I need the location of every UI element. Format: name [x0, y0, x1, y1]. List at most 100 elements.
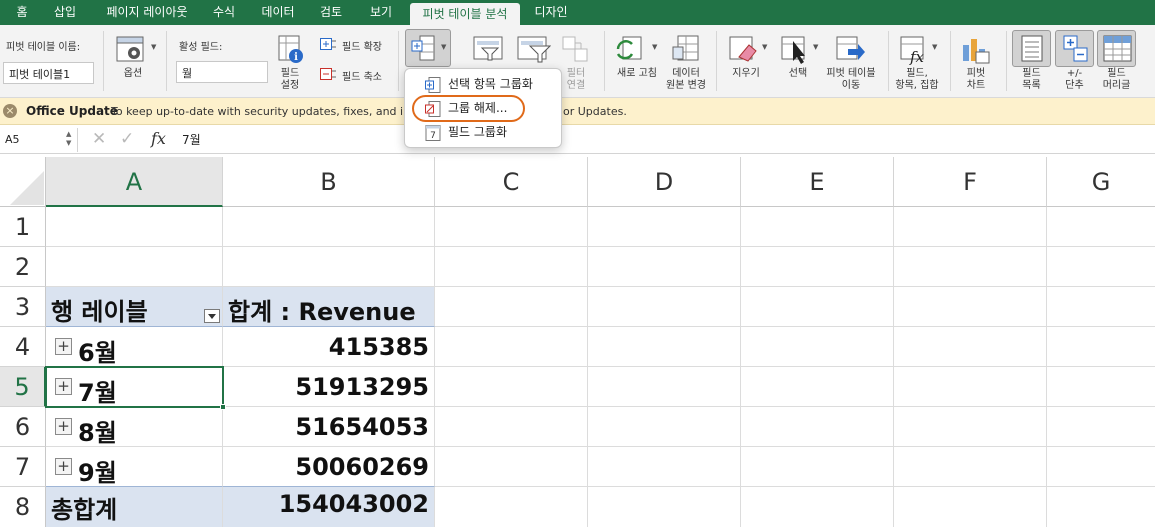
- cell-D5[interactable]: [588, 367, 741, 407]
- row-header-4[interactable]: 4: [0, 327, 46, 367]
- cell-E1[interactable]: [741, 207, 894, 247]
- pivot-row-label-cell[interactable]: + 7월: [46, 367, 223, 407]
- cell-C1[interactable]: [435, 207, 588, 247]
- column-header-E[interactable]: E: [741, 157, 894, 207]
- cell-C6[interactable]: [435, 407, 588, 447]
- cell-D2[interactable]: [588, 247, 741, 287]
- tab-pivot-analyze[interactable]: 피벗 테이블 분석: [410, 3, 520, 25]
- column-header-A[interactable]: A: [46, 157, 223, 207]
- cell-G2[interactable]: [1047, 247, 1155, 287]
- row-header-3[interactable]: 3: [0, 287, 46, 327]
- pivot-row-label-cell[interactable]: + 6월: [46, 327, 223, 367]
- row-header-5[interactable]: 5: [0, 367, 46, 407]
- cell-C3[interactable]: [435, 287, 588, 327]
- cancel-icon[interactable]: ✕: [92, 129, 106, 149]
- cell-D4[interactable]: [588, 327, 741, 367]
- cell-F6[interactable]: [894, 407, 1047, 447]
- cell-C5[interactable]: [435, 367, 588, 407]
- grand-total-value-cell[interactable]: 154043002: [223, 487, 435, 527]
- field-list-button[interactable]: [1012, 30, 1051, 67]
- cell-F1[interactable]: [894, 207, 1047, 247]
- pivot-value-cell[interactable]: 415385: [223, 327, 435, 367]
- cell-C2[interactable]: [435, 247, 588, 287]
- row-header-6[interactable]: 6: [0, 407, 46, 447]
- tab-insert[interactable]: 삽입: [44, 0, 86, 25]
- cell-G5[interactable]: [1047, 367, 1155, 407]
- cell-D7[interactable]: [588, 447, 741, 487]
- active-field-input[interactable]: 월: [176, 61, 268, 83]
- column-header-F[interactable]: F: [894, 157, 1047, 207]
- row-header-1[interactable]: 1: [0, 207, 46, 247]
- column-header-C[interactable]: C: [435, 157, 588, 207]
- cell-C8[interactable]: [435, 487, 588, 527]
- cell-F7[interactable]: [894, 447, 1047, 487]
- pivot-value-cell[interactable]: 50060269: [223, 447, 435, 487]
- cell-B1[interactable]: [223, 207, 435, 247]
- cell-B2[interactable]: [223, 247, 435, 287]
- cell-D3[interactable]: [588, 287, 741, 327]
- cell-E2[interactable]: [741, 247, 894, 287]
- close-icon[interactable]: ×: [3, 104, 17, 118]
- cell-A1[interactable]: [46, 207, 223, 247]
- cell-C7[interactable]: [435, 447, 588, 487]
- cell-C4[interactable]: [435, 327, 588, 367]
- cell-D6[interactable]: [588, 407, 741, 447]
- cell-E7[interactable]: [741, 447, 894, 487]
- pivot-value-header-cell[interactable]: 합계 : Revenue: [223, 287, 435, 327]
- expand-icon[interactable]: +: [55, 338, 72, 355]
- insert-slicer-icon[interactable]: [473, 34, 505, 64]
- cell-F8[interactable]: [894, 487, 1047, 527]
- cell-E5[interactable]: [741, 367, 894, 407]
- tab-home[interactable]: 홈: [5, 0, 39, 25]
- cell-F5[interactable]: [894, 367, 1047, 407]
- row-header-7[interactable]: 7: [0, 447, 46, 487]
- function-fx-icon[interactable]: fx: [151, 129, 166, 148]
- group-button[interactable]: ▼: [405, 29, 451, 67]
- filter-dropdown-button[interactable]: [204, 309, 220, 323]
- row-header-8[interactable]: 8: [0, 487, 46, 527]
- cell-G3[interactable]: [1047, 287, 1155, 327]
- cell-G1[interactable]: [1047, 207, 1155, 247]
- tab-review[interactable]: 검토: [312, 0, 350, 25]
- cell-E6[interactable]: [741, 407, 894, 447]
- expand-icon[interactable]: +: [55, 458, 72, 475]
- cell-G4[interactable]: [1047, 327, 1155, 367]
- tab-formulas[interactable]: 수식: [204, 0, 244, 25]
- select-all-corner[interactable]: [0, 157, 46, 207]
- pivot-row-label-cell[interactable]: + 9월: [46, 447, 223, 487]
- cell-A2[interactable]: [46, 247, 223, 287]
- tab-view[interactable]: 보기: [362, 0, 400, 25]
- cell-F2[interactable]: [894, 247, 1047, 287]
- cell-D1[interactable]: [588, 207, 741, 247]
- column-header-B[interactable]: B: [223, 157, 435, 207]
- name-box[interactable]: A5 ▲ ▼: [0, 128, 78, 152]
- row-header-2[interactable]: 2: [0, 247, 46, 287]
- menu-item-group-field[interactable]: 7 필드 그룹화: [405, 121, 561, 143]
- column-header-D[interactable]: D: [588, 157, 741, 207]
- field-headers-toggle[interactable]: [1097, 30, 1136, 67]
- pivot-value-cell[interactable]: 51654053: [223, 407, 435, 447]
- cell-G8[interactable]: [1047, 487, 1155, 527]
- cell-G7[interactable]: [1047, 447, 1155, 487]
- pivot-row-label-header-cell[interactable]: 행 레이블: [46, 287, 223, 327]
- pivot-row-label-cell[interactable]: + 8월: [46, 407, 223, 447]
- cell-E4[interactable]: [741, 327, 894, 367]
- insert-timeline-icon[interactable]: [517, 34, 551, 64]
- formula-input[interactable]: 7월: [182, 131, 201, 148]
- cell-E8[interactable]: [741, 487, 894, 527]
- pivot-value-cell[interactable]: 51913295: [223, 367, 435, 407]
- tab-data[interactable]: 데이터: [254, 0, 302, 25]
- cell-G6[interactable]: [1047, 407, 1155, 447]
- expand-icon[interactable]: +: [55, 418, 72, 435]
- confirm-icon[interactable]: ✓: [120, 129, 134, 149]
- tab-page-layout[interactable]: 페이지 레이아웃: [96, 0, 198, 25]
- tab-design[interactable]: 디자인: [528, 0, 574, 25]
- cell-D8[interactable]: [588, 487, 741, 527]
- name-box-stepper-icon[interactable]: ▲ ▼: [66, 130, 71, 148]
- cell-E3[interactable]: [741, 287, 894, 327]
- column-header-G[interactable]: G: [1047, 157, 1155, 207]
- cell-F4[interactable]: [894, 327, 1047, 367]
- plus-minus-buttons-toggle[interactable]: [1055, 30, 1094, 67]
- pivot-name-input[interactable]: 피벗 테이블1: [3, 62, 94, 84]
- grand-total-label-cell[interactable]: 총합계: [46, 487, 223, 527]
